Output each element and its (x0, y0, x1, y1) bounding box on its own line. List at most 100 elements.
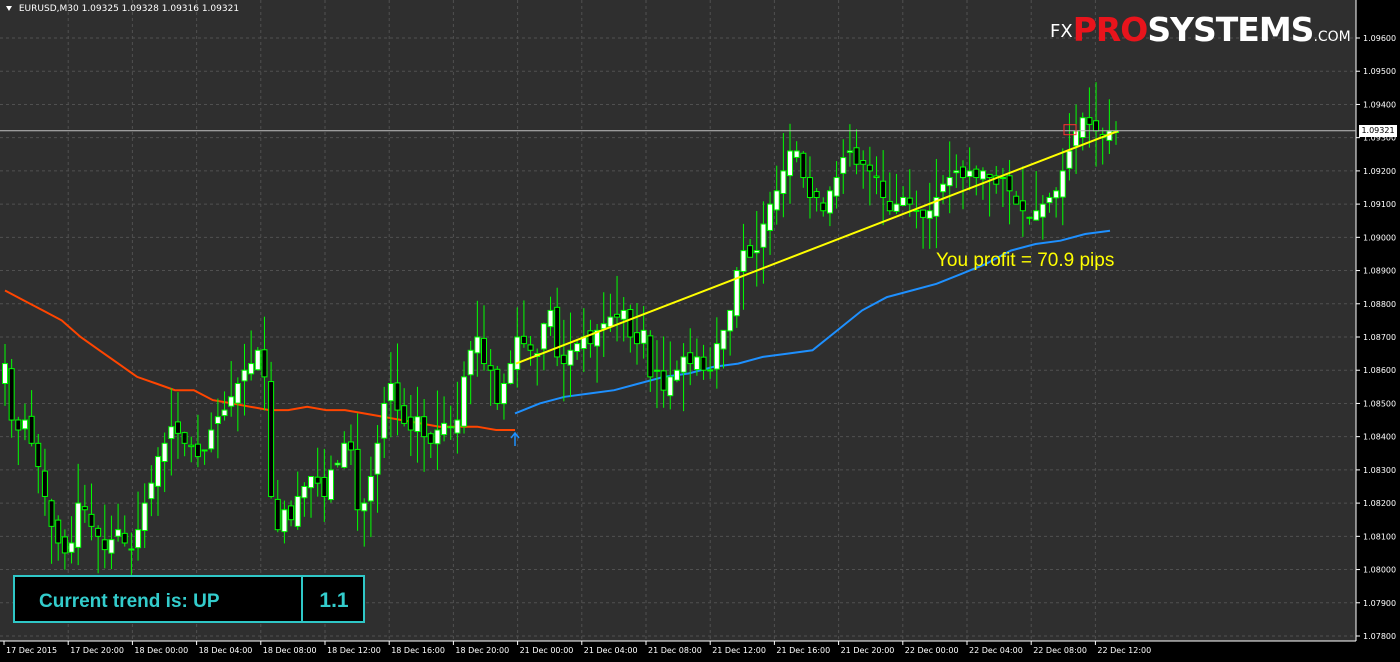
candle-body (381, 402, 388, 439)
logo: FXPROSYSTEMS.COM (1050, 10, 1351, 49)
candle-body (334, 462, 341, 466)
candle-body (228, 396, 235, 407)
candle-body (860, 160, 867, 165)
candle-body (833, 177, 840, 197)
candle-body (973, 168, 980, 179)
candle-body (354, 448, 361, 511)
candle-body (81, 506, 88, 511)
y-tick-label: 1.09600 (1363, 34, 1396, 43)
candle-body (8, 368, 15, 421)
candle-body (248, 363, 255, 375)
x-tick-label: 21 Dec 20:00 (841, 646, 895, 655)
candle-body (999, 177, 1006, 180)
x-tick-label: 18 Dec 12:00 (327, 646, 381, 655)
x-tick-label: 18 Dec 20:00 (455, 646, 509, 655)
candle-body (886, 200, 893, 212)
x-tick-label: 21 Dec 12:00 (712, 646, 766, 655)
candle (268, 361, 275, 499)
candle-body (301, 486, 308, 499)
y-tick-label: 1.08900 (1363, 267, 1396, 276)
candle-body (560, 354, 567, 365)
y-tick-label: 1.08800 (1363, 300, 1396, 309)
candle-body (88, 513, 95, 527)
trend-panel: Current trend is: UP 1.1 (13, 575, 365, 623)
candle-body (261, 349, 268, 378)
candle-body (707, 369, 714, 372)
candle-body (653, 369, 660, 372)
candle-body (1066, 150, 1073, 169)
chevron-down-icon[interactable] (6, 6, 12, 11)
candle-body (155, 456, 162, 487)
price-chart[interactable]: 1.096001.095001.094001.093001.092001.091… (0, 0, 1400, 657)
x-tick-label: 21 Dec 08:00 (648, 646, 702, 655)
chart-area[interactable]: 1.09600 1.09500 1.09400 1.09300 1.09200 1.091… (0, 0, 1400, 657)
candle-body (767, 203, 774, 231)
y-tick-label: 1.09000 (1363, 233, 1396, 242)
candle-body (514, 336, 521, 370)
candle-body (979, 170, 986, 180)
candle-body (427, 433, 434, 444)
candle-body (740, 250, 747, 272)
candle-body (2, 363, 8, 385)
x-tick-label: 21 Dec 00:00 (520, 646, 574, 655)
candle-body (846, 150, 853, 153)
candle-body (720, 329, 727, 350)
candle-body (900, 196, 907, 206)
candle-body (347, 441, 354, 451)
candle-body (647, 335, 654, 378)
x-tick-label: 21 Dec 16:00 (776, 646, 830, 655)
candle-body (893, 203, 900, 212)
x-tick-label: 22 Dec 04:00 (969, 646, 1023, 655)
candle-body (826, 190, 833, 214)
candle-body (201, 449, 208, 452)
candle-body (214, 416, 221, 425)
y-tick-label: 1.07900 (1363, 599, 1396, 608)
candle-body (693, 356, 700, 371)
candle-body (208, 429, 215, 450)
x-tick-label: 17 Dec 2015 (6, 646, 57, 655)
candle-body (953, 170, 960, 174)
candle-body (121, 532, 128, 544)
candle-body (21, 419, 28, 430)
candle-body (234, 383, 241, 404)
candle-body (1033, 210, 1040, 221)
candle-body (673, 369, 680, 381)
x-tick-label: 22 Dec 08:00 (1033, 646, 1087, 655)
candle-body (680, 356, 687, 373)
candle-body (547, 309, 554, 328)
profit-label: You profit = 70.9 pips (936, 250, 1115, 271)
candle-body (780, 170, 787, 194)
logo-com: .COM (1313, 29, 1351, 45)
candle-body (1039, 203, 1046, 218)
candle-body (15, 419, 22, 431)
candle-body (441, 422, 448, 436)
candle-body (414, 416, 421, 432)
candle-body (181, 432, 188, 444)
candle-body (813, 191, 820, 198)
candle-body (487, 365, 494, 371)
candle-body (241, 369, 248, 382)
candle-body (727, 309, 734, 332)
symbol-label: EURUSD,M30 (18, 4, 79, 14)
candle-body (288, 505, 295, 521)
candle-body (474, 336, 481, 354)
candle-body (221, 409, 228, 417)
candle-body (48, 500, 55, 527)
candle-body (174, 421, 181, 434)
candle-body (135, 529, 142, 549)
trend-label: Current trend is: UP (39, 591, 220, 612)
candle-body (554, 306, 561, 358)
candle-body (55, 519, 62, 544)
candle-body (108, 539, 115, 554)
candle-body (940, 183, 947, 193)
candle-body (567, 349, 574, 366)
candle-body (787, 150, 794, 177)
candle-body (447, 426, 454, 429)
candle-body (148, 482, 155, 500)
candle-body (800, 152, 807, 179)
y-tick-label: 1.08400 (1363, 433, 1396, 442)
candle-body (95, 527, 102, 537)
x-tick-label: 22 Dec 00:00 (905, 646, 959, 655)
candle-body (281, 509, 288, 533)
candle-body (614, 313, 621, 318)
